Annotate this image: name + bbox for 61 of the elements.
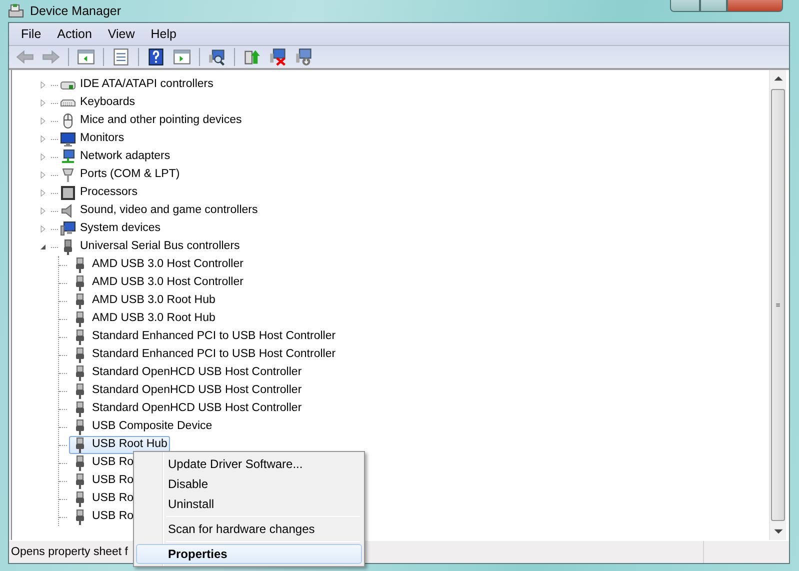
port-icon [60, 167, 76, 183]
tree-item[interactable]: Universal Serial Bus controllers [80, 238, 240, 256]
tree-item[interactable]: Network adapters [80, 148, 170, 166]
expand-arrow-icon[interactable] [38, 188, 48, 198]
expand-arrow-icon[interactable] [38, 152, 48, 162]
tree-item[interactable]: USB Ro [69, 472, 137, 490]
tree-item[interactable]: Standard OpenHCD USB Host Controller [69, 364, 305, 382]
menu-item[interactable]: Help [142, 23, 184, 45]
processor-icon [60, 185, 76, 201]
expand-arrow-icon[interactable] [38, 206, 48, 216]
tree-item[interactable]: Keyboards [80, 94, 135, 112]
update-driver-icon[interactable] [243, 48, 261, 66]
tree-item[interactable]: AMD USB 3.0 Root Hub [69, 292, 218, 310]
disable-icon[interactable] [295, 48, 313, 66]
tree-item[interactable]: USB Composite Device [69, 418, 216, 436]
scrollbar-thumb[interactable] [771, 89, 785, 521]
tree-item[interactable]: USB Ro [69, 508, 137, 526]
tree-item[interactable]: Monitors [80, 130, 124, 148]
tree-item[interactable]: AMD USB 3.0 Host Controller [69, 274, 246, 292]
expand-arrow-icon[interactable] [38, 134, 48, 144]
monitor-icon [60, 131, 76, 147]
tree-item[interactable]: Standard Enhanced PCI to USB Host Controller [69, 328, 339, 346]
expand-arrow-icon[interactable] [38, 98, 48, 108]
menu-item[interactable]: Update Driver Software... [136, 454, 362, 474]
panel-icon[interactable] [173, 48, 191, 66]
tree-item[interactable]: System devices [80, 220, 161, 238]
computer-icon [60, 221, 76, 237]
menu-item[interactable]: Properties [136, 544, 362, 564]
menu-item[interactable]: Scan for hardware changes [136, 519, 362, 539]
tree-item[interactable]: USB Ro [69, 454, 137, 472]
network-icon [60, 149, 76, 165]
menu-item[interactable]: Disable [136, 474, 362, 494]
tree-item[interactable]: Standard OpenHCD USB Host Controller [69, 400, 305, 418]
tree-item[interactable]: Mice and other pointing devices [80, 112, 242, 130]
scan-icon[interactable] [208, 48, 226, 66]
expand-arrow-icon[interactable] [38, 224, 48, 234]
menu-item[interactable]: Uninstall [136, 494, 362, 514]
tree-item[interactable]: USB Ro [69, 490, 137, 508]
expand-arrow-icon[interactable] [38, 170, 48, 180]
tree-item[interactable]: Processors [80, 184, 138, 202]
window-title: Device Manager [30, 2, 122, 20]
menu-item[interactable]: Action [49, 23, 100, 45]
properties-icon[interactable] [112, 48, 130, 66]
tree-item[interactable]: Standard Enhanced PCI to USB Host Controller [69, 346, 339, 364]
status-text: Opens property sheet f [10, 545, 128, 560]
menu-item[interactable]: View [100, 23, 143, 45]
tree-item[interactable]: AMD USB 3.0 Host Controller [69, 256, 246, 274]
tree-item[interactable]: AMD USB 3.0 Root Hub [69, 310, 218, 328]
tree-item[interactable]: Ports (COM & LPT) [80, 166, 180, 184]
collapse-arrow-icon[interactable] [38, 242, 48, 252]
panel-icon[interactable] [77, 48, 95, 66]
tree-item[interactable]: USB Root Hub [69, 436, 170, 454]
device-manager-icon [8, 3, 24, 19]
expand-arrow-icon[interactable] [38, 80, 48, 90]
expand-arrow-icon[interactable] [38, 116, 48, 126]
menu-item[interactable]: File [13, 23, 50, 45]
tree-item[interactable]: Sound, video and game controllers [80, 202, 258, 220]
tree-item[interactable]: IDE ATA/ATAPI controllers [80, 76, 214, 94]
help-icon[interactable] [147, 48, 165, 66]
uninstall-icon[interactable] [269, 48, 287, 66]
tree-item[interactable]: Standard OpenHCD USB Host Controller [69, 382, 305, 400]
